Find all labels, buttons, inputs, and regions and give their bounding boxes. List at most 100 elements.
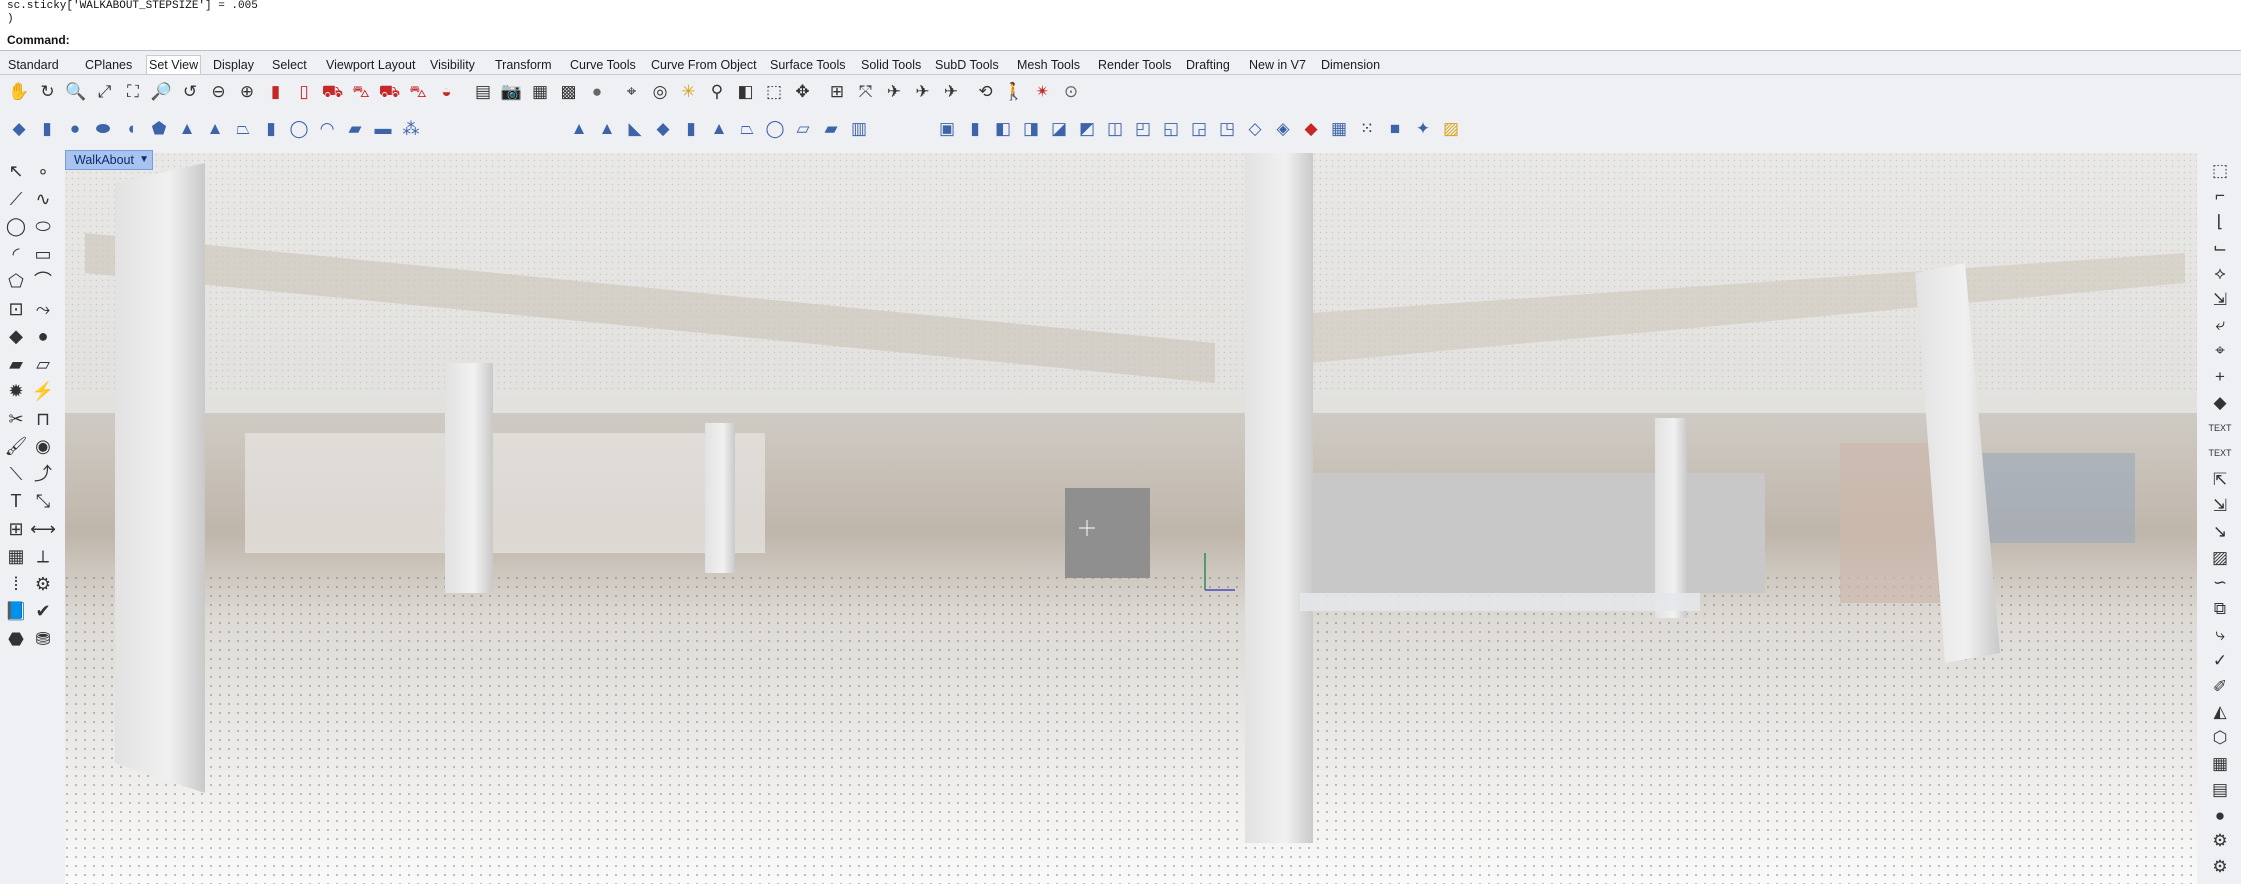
- vertex-icon[interactable]: ⌖: [2208, 339, 2232, 363]
- extract-icon[interactable]: ◲: [1188, 117, 1210, 139]
- ellipse-icon[interactable]: ⬭: [30, 213, 56, 239]
- hatch-icon[interactable]: ▨: [2208, 545, 2232, 569]
- tab-drafting[interactable]: Drafting: [1184, 56, 1232, 74]
- corner-icon[interactable]: ⌊: [2208, 210, 2232, 234]
- lamp-icon[interactable]: ▯: [293, 80, 315, 102]
- solid-box-icon[interactable]: ◆: [3, 323, 29, 349]
- layout-icon[interactable]: ⊞: [3, 516, 29, 542]
- tab-display[interactable]: Display: [211, 56, 256, 74]
- wedge-icon[interactable]: ◣: [624, 117, 646, 139]
- measure-icon[interactable]: ⟂: [30, 543, 56, 569]
- cage-icon[interactable]: ⁂: [400, 117, 422, 139]
- fly-icon[interactable]: ✈: [912, 80, 934, 102]
- rotate-icon[interactable]: ⤧: [855, 80, 877, 102]
- box-icon[interactable]: ◆: [8, 117, 30, 139]
- cut-icon[interactable]: ◳: [1216, 117, 1238, 139]
- cone-surface-icon[interactable]: ▲: [596, 117, 618, 139]
- surface-edge-icon[interactable]: ⤷: [2208, 622, 2232, 646]
- chamfer-icon[interactable]: ◫: [1104, 117, 1126, 139]
- point-icon[interactable]: ∘: [30, 158, 56, 184]
- named-view-icon[interactable]: ▤: [472, 80, 494, 102]
- tab-visibility[interactable]: Visibility: [428, 56, 477, 74]
- command-input[interactable]: [68, 32, 668, 47]
- target-icon[interactable]: ◎: [649, 80, 671, 102]
- point-cloud-scene[interactable]: [65, 153, 2197, 884]
- arc-icon[interactable]: ◜: [3, 241, 29, 267]
- grid-icon[interactable]: ▦: [1328, 117, 1350, 139]
- folder-icon[interactable]: ▤: [2208, 777, 2232, 801]
- text-edit-icon[interactable]: TEXT: [2208, 442, 2232, 466]
- tetrahedron-icon[interactable]: ▲: [568, 117, 590, 139]
- solid-tool-icon[interactable]: ◆: [2208, 390, 2232, 414]
- undo-view-icon[interactable]: ↺: [179, 80, 201, 102]
- paint-icon[interactable]: 🖌: [3, 433, 29, 459]
- join-icon[interactable]: ⊓: [30, 406, 56, 432]
- mesh-torus-icon[interactable]: ◯: [764, 117, 786, 139]
- dim2-icon[interactable]: ⇲: [2208, 493, 2232, 517]
- truncated-cone-icon[interactable]: ⏢: [232, 117, 254, 139]
- fillet-icon[interactable]: ⌒: [30, 268, 56, 294]
- boolean-diff-icon[interactable]: ◨: [1020, 117, 1042, 139]
- circle-icon[interactable]: ◯: [3, 213, 29, 239]
- rectangle-icon[interactable]: ▭: [30, 241, 56, 267]
- set-target-icon[interactable]: ✳: [678, 80, 700, 102]
- polyline-icon[interactable]: ⟋: [3, 186, 29, 212]
- boolean-union-icon[interactable]: ◧: [992, 117, 1014, 139]
- sun-icon[interactable]: ✴: [1032, 80, 1054, 102]
- gear-icon[interactable]: ⚙: [2208, 829, 2232, 853]
- polygon-icon[interactable]: ⬠: [3, 268, 29, 294]
- plus-icon[interactable]: +: [2208, 364, 2232, 388]
- zoom-selected-icon[interactable]: 🔎: [151, 80, 173, 102]
- mesh-patch-icon[interactable]: ▰: [820, 117, 842, 139]
- mesh-box-icon[interactable]: ◆: [652, 117, 674, 139]
- solid-box-icon[interactable]: ▣: [936, 117, 958, 139]
- rotate-view-icon[interactable]: ↻: [37, 80, 59, 102]
- move-face-icon[interactable]: ✦: [1412, 117, 1434, 139]
- select-arrow-icon[interactable]: ↖: [3, 158, 29, 184]
- solid-sphere-icon[interactable]: ●: [30, 323, 56, 349]
- perspective-box-icon[interactable]: ⬚: [763, 80, 785, 102]
- surface-icon[interactable]: ▰: [3, 351, 29, 377]
- command-line[interactable]: Command:: [0, 30, 2241, 51]
- split-icon[interactable]: ◇: [1244, 117, 1266, 139]
- polyline-step-icon[interactable]: ⌙: [2208, 235, 2232, 259]
- tab-render-tools[interactable]: Render Tools: [1096, 56, 1173, 74]
- sphere-icon[interactable]: ●: [64, 117, 86, 139]
- tab-set-view[interactable]: Set View: [146, 55, 202, 74]
- sphere-icon[interactable]: ●: [2208, 803, 2232, 827]
- match-view-icon[interactable]: ⊞: [826, 80, 848, 102]
- box-edit-icon[interactable]: ▨: [1440, 117, 1462, 139]
- named-views-icon[interactable]: ▩: [558, 80, 580, 102]
- render-icon[interactable]: ⬣: [3, 626, 29, 652]
- pattern-icon[interactable]: ◆: [1300, 117, 1322, 139]
- book-icon[interactable]: 📘: [3, 598, 29, 624]
- pick-icon[interactable]: ⇲: [2208, 287, 2232, 311]
- check-icon[interactable]: ✔: [30, 598, 56, 624]
- mesh-icon[interactable]: ▦: [3, 543, 29, 569]
- car-front-icon[interactable]: ⛟: [379, 80, 401, 102]
- curve-edit-icon[interactable]: ⤴: [30, 461, 56, 487]
- extrude-icon[interactable]: ▰: [344, 117, 366, 139]
- camera-icon[interactable]: 📷: [501, 80, 523, 102]
- sketch-icon[interactable]: ∽: [2208, 571, 2232, 595]
- compass-icon[interactable]: ⊙: [1060, 80, 1082, 102]
- cylinder-icon[interactable]: ▮: [36, 117, 58, 139]
- analyze-icon[interactable]: ⚙: [30, 571, 56, 597]
- grid-tool-icon[interactable]: ▦: [2208, 751, 2232, 775]
- zoom-window-icon[interactable]: ⛶: [122, 80, 144, 102]
- tab-standard[interactable]: Standard: [6, 56, 61, 74]
- tab-viewport-layout[interactable]: Viewport Layout: [324, 56, 417, 74]
- node-icon[interactable]: ⟡: [2208, 261, 2232, 285]
- drape-icon[interactable]: ⚡: [30, 378, 56, 404]
- pipe-icon[interactable]: ◠: [316, 117, 338, 139]
- step-icon[interactable]: ⤶: [2208, 313, 2232, 337]
- tab-transform[interactable]: Transform: [493, 56, 554, 74]
- mesh-edge-icon[interactable]: ⌐: [2208, 184, 2232, 208]
- pyramid-icon[interactable]: ▲: [204, 117, 226, 139]
- fillet-edge-icon[interactable]: ◩: [1076, 117, 1098, 139]
- tab-select[interactable]: Select: [270, 56, 309, 74]
- curve-icon[interactable]: ∿: [30, 186, 56, 212]
- tab-subd-tools[interactable]: SubD Tools: [933, 56, 1001, 74]
- tab-new-in-v7[interactable]: New in V7: [1247, 56, 1308, 74]
- zoom-out-icon[interactable]: ⊖: [208, 80, 230, 102]
